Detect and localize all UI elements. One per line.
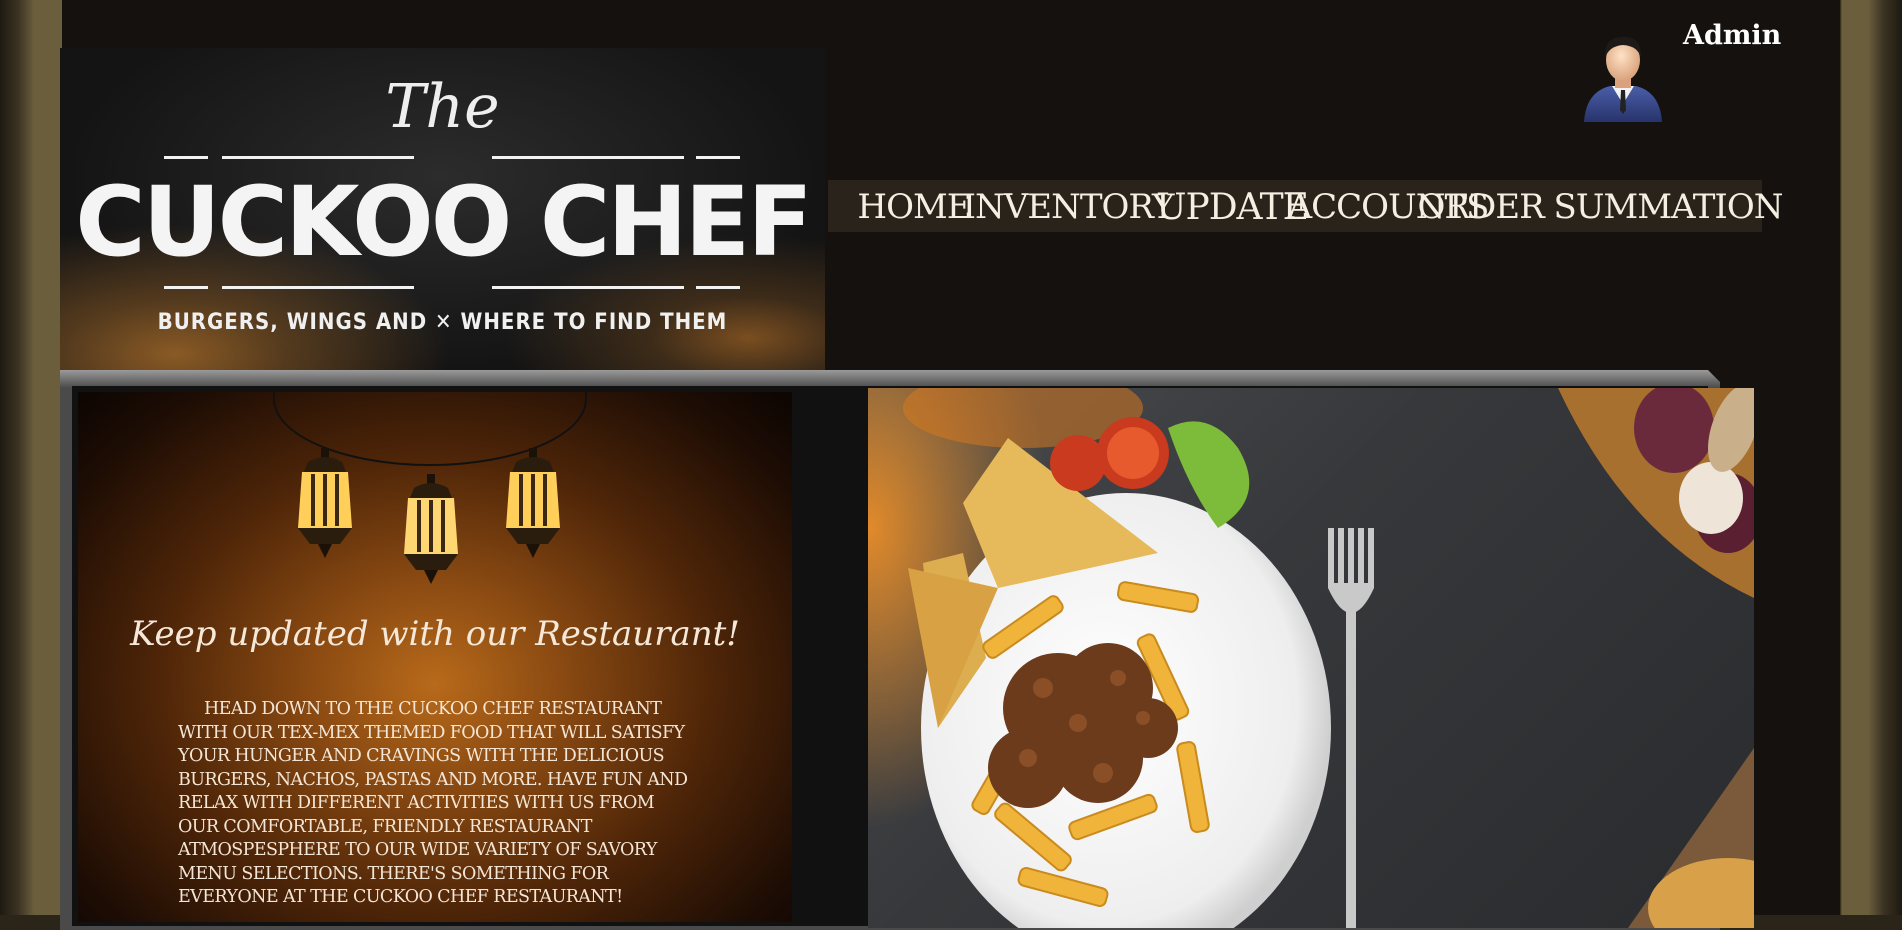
logo-rule bbox=[164, 156, 208, 159]
admin-label[interactable]: Admin bbox=[1683, 20, 1781, 51]
logo-rule bbox=[492, 286, 684, 289]
site-logo-banner[interactable]: The CUCKOO CHEF BURGERS, WINGS AND ✕ WHE… bbox=[60, 48, 825, 370]
nav-item-home[interactable]: HOME bbox=[857, 187, 971, 227]
promo-panel: Keep updated with our Restaurant! Head d… bbox=[78, 392, 792, 922]
logo-name-text: CUCKOO CHEF bbox=[75, 166, 813, 278]
page-frame-right bbox=[1840, 0, 1902, 915]
logo-the-text: The bbox=[385, 72, 500, 142]
food-photo bbox=[868, 388, 1754, 928]
nav-item-update[interactable]: UPDATE bbox=[1156, 187, 1309, 228]
lantern-icon bbox=[498, 448, 568, 560]
logo-rule bbox=[164, 286, 208, 289]
promo-title: Keep updated with our Restaurant! bbox=[130, 614, 740, 654]
lantern-icon bbox=[290, 448, 360, 560]
logo-rule bbox=[492, 156, 684, 159]
admin-avatar-icon[interactable] bbox=[1578, 30, 1668, 122]
logo-rule bbox=[696, 156, 740, 159]
promo-body: Head down to the Cuckoo Chef restaurant … bbox=[178, 698, 698, 910]
main-nav: HOME INVENTORY UPDATE ACCOUNTS ORDER SUM… bbox=[828, 180, 1783, 232]
logo-rule bbox=[222, 286, 414, 289]
nav-item-order-summation[interactable]: ORDER SUMMATION bbox=[1418, 187, 1784, 227]
nav-item-inventory[interactable]: INVENTORY bbox=[963, 187, 1175, 227]
logo-rule bbox=[222, 156, 414, 159]
logo-tagline-text: BURGERS, WINGS AND ✕ WHERE TO FIND THEM bbox=[157, 310, 728, 335]
logo-rule bbox=[696, 286, 740, 289]
promo-body-text: Head down to the Cuckoo Chef restaurant … bbox=[178, 699, 688, 907]
lantern-icon bbox=[396, 474, 466, 586]
